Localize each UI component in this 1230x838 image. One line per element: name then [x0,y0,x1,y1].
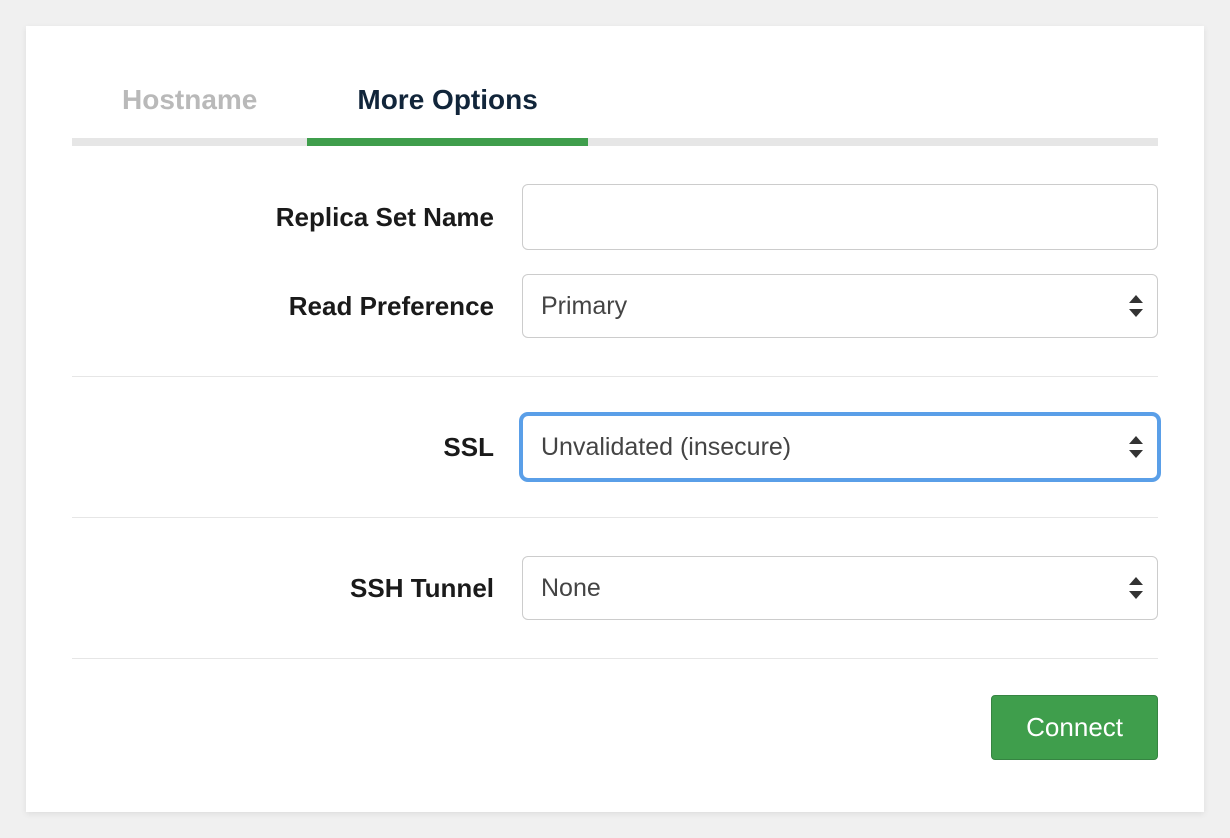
replica-set-input[interactable] [522,184,1158,250]
read-preference-select[interactable]: Primary [522,274,1158,338]
tab-more-options[interactable]: More Options [307,56,587,138]
ssl-label: SSL [72,432,522,463]
updown-arrows-icon [1129,436,1143,458]
read-preference-control-wrap: Primary [522,274,1158,338]
replica-set-control-wrap [522,184,1158,250]
section-ssh: SSH Tunnel None [72,518,1158,659]
connection-panel: Hostname More Options Replica Set Name R… [26,26,1204,812]
button-row: Connect [72,659,1158,760]
tab-more-options-label: More Options [357,84,537,115]
ssl-control-wrap: Unvalidated (insecure) [522,415,1158,479]
tab-hostname[interactable]: Hostname [72,56,307,138]
ssh-tunnel-control-wrap: None [522,556,1158,620]
replica-set-label: Replica Set Name [72,202,522,233]
tab-hostname-label: Hostname [122,84,257,115]
ssh-tunnel-value: None [541,574,601,603]
connect-button-label: Connect [1026,712,1123,742]
row-read-preference: Read Preference Primary [72,262,1158,350]
section-ssl: SSL Unvalidated (insecure) [72,377,1158,518]
row-ssl: SSL Unvalidated (insecure) [72,403,1158,491]
read-preference-label: Read Preference [72,291,522,322]
section-replica-read: Replica Set Name Read Preference Primary [72,146,1158,377]
ssl-value: Unvalidated (insecure) [541,433,791,462]
read-preference-value: Primary [541,292,627,321]
tab-bar: Hostname More Options [72,56,1158,146]
ssl-select[interactable]: Unvalidated (insecure) [522,415,1158,479]
row-replica-set: Replica Set Name [72,172,1158,262]
row-ssh-tunnel: SSH Tunnel None [72,544,1158,632]
connect-button[interactable]: Connect [991,695,1158,760]
ssh-tunnel-select[interactable]: None [522,556,1158,620]
updown-arrows-icon [1129,577,1143,599]
updown-arrows-icon [1129,295,1143,317]
ssh-tunnel-label: SSH Tunnel [72,573,522,604]
